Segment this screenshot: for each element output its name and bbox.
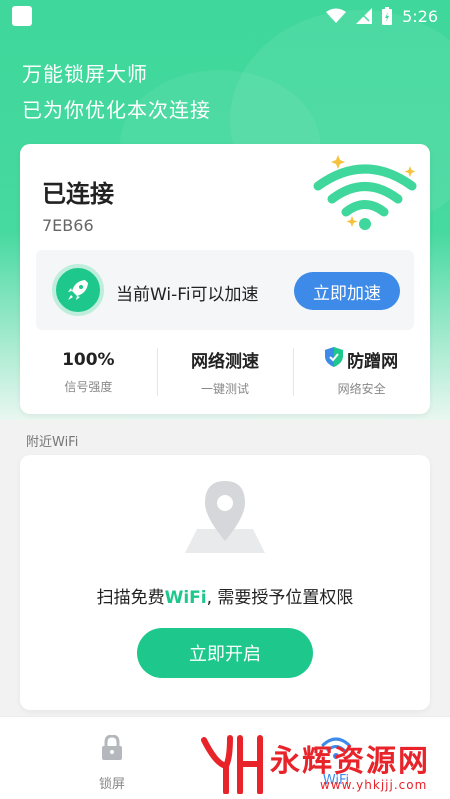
speedup-panel: 当前Wi-Fi可以加速 立即加速 <box>36 250 414 330</box>
accelerate-button[interactable]: 立即加速 <box>294 272 400 310</box>
status-time: 5:26 <box>402 6 438 26</box>
battery-charging-icon <box>382 7 393 25</box>
app-subtitle: 已为你优化本次连接 <box>22 98 211 122</box>
watermark-logo-icon <box>200 734 264 798</box>
stat-label: 一键测试 <box>201 382 250 396</box>
stat-label: 网络安全 <box>337 382 386 396</box>
connection-card: 已连接 7EB66 当前Wi-Fi可以加速 立即加速 100% 信号强度 网络测… <box>20 144 430 414</box>
status-bar: 5:26 <box>0 0 450 32</box>
stat-label: 信号强度 <box>64 379 113 394</box>
wifi-connected-icon <box>310 154 420 238</box>
watermark: 永辉资源网 www.yhkjjj.com <box>200 734 440 796</box>
rocket-icon <box>52 264 104 316</box>
stat-value-wrapper: 防蹭网 <box>325 347 398 372</box>
status-indicators: 5:26 <box>326 7 438 26</box>
wifi-signal-icon <box>326 8 347 24</box>
stat-value: 网络测速 <box>191 352 259 372</box>
stats-row: 100% 信号强度 网络测速 一键测试 防蹭网 网络安全 <box>20 344 430 400</box>
message-highlight: WiFi <box>164 588 207 608</box>
stat-anti-leech[interactable]: 防蹭网 网络安全 <box>293 344 430 400</box>
nav-label: 锁屏 <box>98 777 125 792</box>
wifi-ssid: 7EB66 <box>42 216 94 235</box>
app-title: 万能锁屏大师 <box>22 62 148 86</box>
nav-item-lockscreen[interactable]: 锁屏 <box>82 734 142 795</box>
connection-status: 已连接 <box>42 180 114 208</box>
shield-icon <box>325 347 344 372</box>
watermark-url: www.yhkjjj.com <box>320 778 428 792</box>
watermark-text: 永辉资源网 <box>270 744 430 779</box>
stat-value: 100% <box>62 349 115 370</box>
message-prefix: 扫描免费 <box>96 588 165 608</box>
cellular-signal-icon <box>356 8 373 24</box>
stat-value: 防蹭网 <box>347 352 399 372</box>
location-permission-message: 扫描免费WiFi, 需要授予位置权限 <box>20 583 430 608</box>
enable-location-button[interactable]: 立即开启 <box>137 628 313 678</box>
stat-signal-strength[interactable]: 100% 信号强度 <box>20 344 157 400</box>
speedup-prompt: 当前Wi-Fi可以加速 <box>116 285 259 305</box>
notification-app-icon <box>12 6 32 26</box>
message-suffix: , 需要授予位置权限 <box>206 588 354 608</box>
location-pin-icon <box>175 481 275 565</box>
nearby-wifi-heading: 附近WiFi <box>26 435 79 450</box>
nearby-wifi-card: 扫描免费WiFi, 需要授予位置权限 立即开启 <box>20 455 430 710</box>
lock-icon <box>101 734 123 765</box>
stat-speed-test[interactable]: 网络测速 一键测试 <box>156 344 294 400</box>
